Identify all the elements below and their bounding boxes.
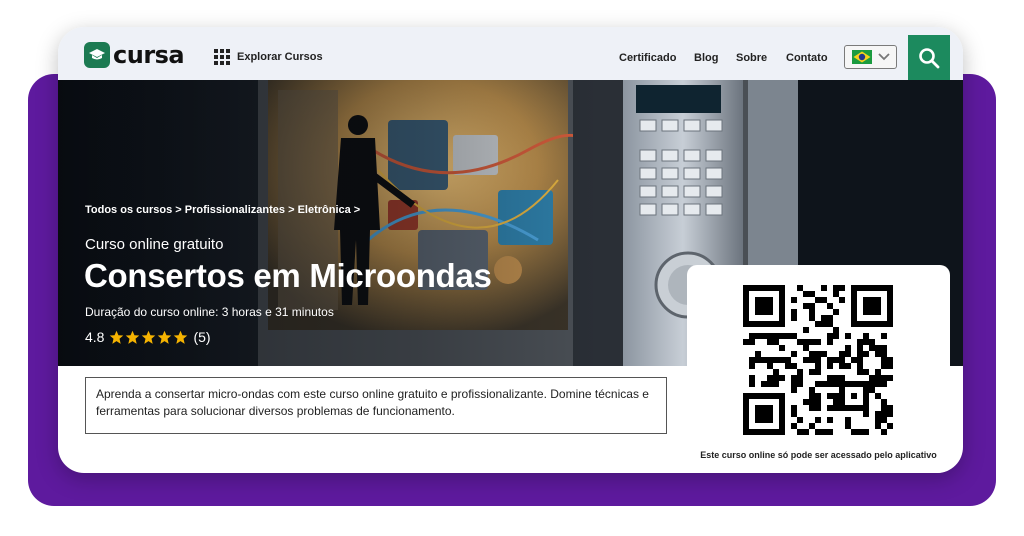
logo-text: cursa	[113, 41, 185, 69]
cursa-logo[interactable]: cursa	[84, 41, 185, 69]
top-navbar: cursa Explorar Cursos Certificado Blog S…	[58, 27, 963, 80]
breadcrumb: Todos os cursos > Profissionalizantes > …	[85, 204, 361, 216]
page-card: cursa Explorar Cursos Certificado Blog S…	[58, 27, 963, 473]
nav-link-certificado[interactable]: Certificado	[619, 52, 676, 64]
explore-courses-button[interactable]: Explorar Cursos	[214, 49, 323, 65]
nav-link-contato[interactable]: Contato	[786, 52, 828, 64]
breadcrumb-all-courses[interactable]: Todos os cursos	[85, 204, 172, 216]
nav-link-blog[interactable]: Blog	[694, 52, 718, 64]
chevron-down-icon	[878, 53, 890, 61]
star-icon	[110, 330, 124, 344]
language-selector[interactable]	[844, 45, 897, 69]
grid-icon	[214, 49, 230, 65]
nav-link-sobre[interactable]: Sobre	[736, 52, 767, 64]
qr-caption: Este curso online só pode ser acessado p…	[700, 450, 937, 460]
qr-code-icon	[743, 285, 893, 435]
star-icon	[126, 330, 140, 344]
qr-code-panel: Este curso online só pode ser acessado p…	[687, 265, 950, 473]
rating-stars	[109, 330, 189, 345]
graduation-cap-icon	[84, 42, 110, 68]
brazil-flag-icon	[852, 50, 872, 64]
star-icon	[158, 330, 172, 344]
course-rating: 4.8 (5)	[85, 329, 211, 345]
star-icon	[142, 330, 156, 344]
page-title: Consertos em Microondas	[84, 257, 492, 294]
rating-count: (5)	[193, 329, 211, 345]
breadcrumb-profissionalizantes[interactable]: Profissionalizantes	[185, 204, 285, 216]
search-icon	[919, 47, 940, 68]
course-description: Aprenda a consertar micro-ondas com este…	[85, 377, 667, 434]
search-button[interactable]	[908, 35, 950, 80]
star-icon	[174, 330, 188, 344]
breadcrumb-eletronica[interactable]: Eletrônica	[298, 204, 351, 216]
course-type-label: Curso online gratuito	[85, 236, 224, 253]
course-duration: Duração do curso online: 3 horas e 31 mi…	[85, 305, 334, 319]
explore-courses-label: Explorar Cursos	[237, 51, 323, 63]
rating-value: 4.8	[85, 329, 105, 345]
